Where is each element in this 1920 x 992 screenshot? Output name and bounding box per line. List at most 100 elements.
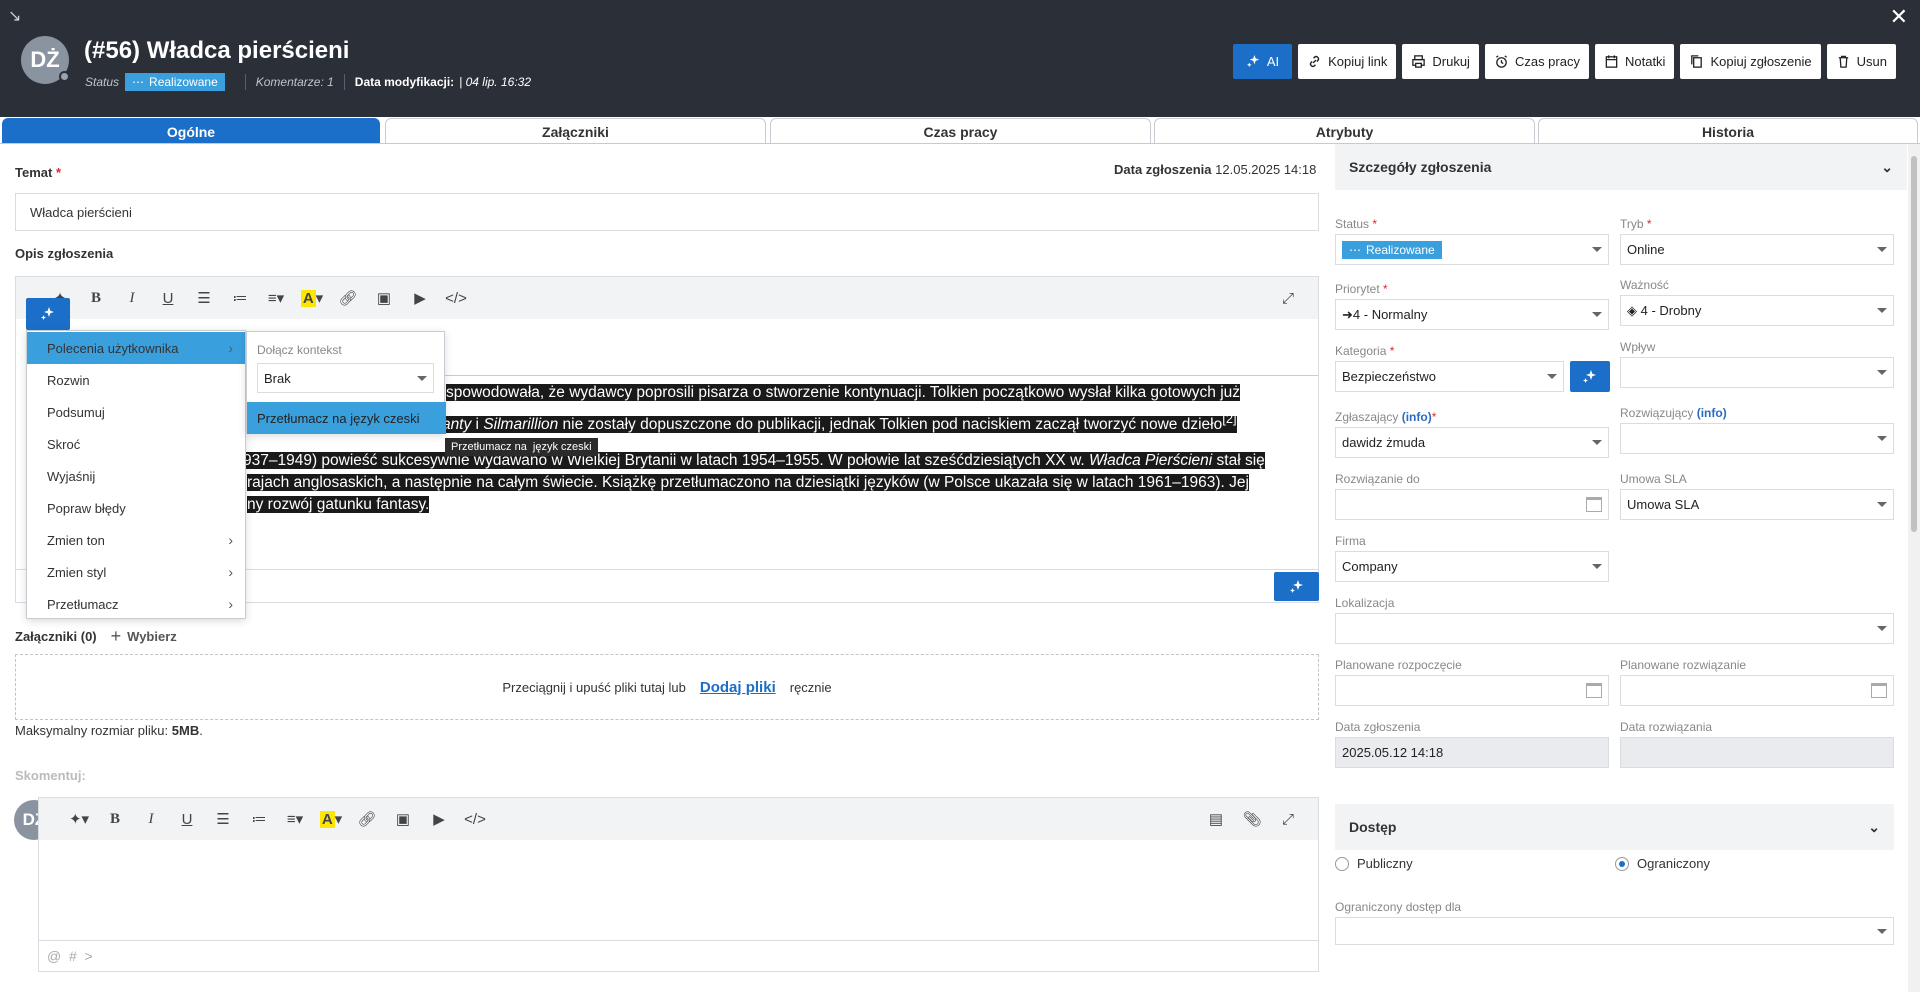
- location-select[interactable]: [1335, 613, 1894, 644]
- category-select[interactable]: Bezpieczeństwo: [1335, 361, 1564, 392]
- restricted-for-select[interactable]: [1335, 917, 1894, 945]
- calendar-icon[interactable]: [1586, 497, 1602, 512]
- scrollbar[interactable]: [1908, 144, 1920, 992]
- fullscreen-icon[interactable]: ⤢: [1272, 805, 1304, 833]
- tab-attributes[interactable]: Atrybuty: [1154, 118, 1535, 144]
- access-header[interactable]: Dostęp ⌄: [1335, 804, 1894, 850]
- ai-menu-item-summarize[interactable]: Podsumuj: [27, 396, 245, 428]
- add-files-link[interactable]: Dodaj pliki: [700, 679, 776, 696]
- copy-link-button[interactable]: Kopiuj link: [1298, 44, 1397, 79]
- resolve-by-date[interactable]: [1335, 489, 1609, 520]
- italic-icon[interactable]: I: [116, 284, 148, 312]
- work-time-button[interactable]: Czas pracy: [1484, 44, 1589, 79]
- selected-text-line-2[interactable]: zikanty i Silmarillion nie zostały dopus…: [423, 411, 1237, 434]
- tab-general[interactable]: Ogólne: [2, 118, 380, 144]
- ai-menu-trigger[interactable]: [26, 298, 70, 330]
- ai-menu-item-change-tone[interactable]: Zmien ton ›: [27, 524, 245, 556]
- align-icon[interactable]: ≡▾: [260, 284, 292, 312]
- calendar-icon[interactable]: [1586, 683, 1602, 698]
- footnote-ref[interactable]: [2]: [1222, 411, 1236, 426]
- image-icon[interactable]: ▣: [387, 805, 419, 833]
- calendar-icon[interactable]: [1871, 683, 1887, 698]
- bold-icon[interactable]: B: [99, 805, 131, 833]
- text-run: nie zostały dopuszczone do publikacji, j…: [558, 416, 1223, 434]
- scrollbar-thumb[interactable]: [1911, 156, 1917, 532]
- collapse-arrow-icon[interactable]: ↘: [8, 6, 21, 26]
- selected-text-line-4[interactable]: rajach anglosaskich, a następnie na cały…: [247, 474, 1249, 492]
- fullscreen-icon[interactable]: ⤢: [1272, 284, 1304, 312]
- company-select[interactable]: Company: [1335, 551, 1609, 582]
- paperclip-icon[interactable]: 📎︎: [1236, 805, 1268, 833]
- link-icon[interactable]: 🔗︎: [351, 805, 383, 833]
- print-button[interactable]: Drukuj: [1402, 44, 1479, 79]
- priority-select[interactable]: ➜4 - Normalny: [1335, 299, 1609, 330]
- underline-icon[interactable]: U: [152, 284, 184, 312]
- reporter-info-link[interactable]: (info): [1402, 410, 1432, 424]
- details-header[interactable]: Szczegóły zgłoszenia ⌄: [1335, 144, 1907, 190]
- submenu-item-translate-czech[interactable]: Przetłumacz na język czeski: [247, 402, 446, 434]
- bullet-list-icon[interactable]: ☰: [188, 284, 220, 312]
- radio-public[interactable]: Publiczny: [1335, 856, 1413, 871]
- dropzone[interactable]: Przeciągnij i upuść pliki tutaj lub Doda…: [15, 654, 1319, 720]
- numbered-list-icon[interactable]: ≔: [243, 805, 275, 833]
- ai-menu-item-translate[interactable]: Przetłumacz ›: [27, 588, 245, 620]
- ai-submenu: Dołącz kontekst Brak Przetłumacz na języ…: [246, 331, 446, 434]
- resolver-info-link[interactable]: (info): [1697, 406, 1727, 420]
- tab-attachments[interactable]: Załączniki: [385, 118, 766, 144]
- italic-icon[interactable]: I: [135, 805, 167, 833]
- status-badge[interactable]: ⋯ Realizowane: [125, 73, 225, 91]
- ai-menu-item-explain[interactable]: Wyjaśnij: [27, 460, 245, 492]
- ai-menu-item-user-commands[interactable]: Polecenia użytkownika ›: [27, 332, 245, 364]
- selected-text-line-1[interactable]: spowodowała, że wydawcy poprosili pisarz…: [446, 384, 1241, 402]
- bold-icon[interactable]: B: [80, 284, 112, 312]
- impact-select[interactable]: [1620, 357, 1894, 388]
- ai-button[interactable]: AI: [1232, 44, 1293, 79]
- editor-toolbar: ✦ B I U ☰ ≔ ≡▾ A▾ 🔗︎ ▣ ▶ </> ⤢: [16, 277, 1318, 319]
- subject-input[interactable]: Władca pierścieni: [15, 193, 1319, 231]
- dropzone-text: Przeciągnij i upuść pliki tutaj lub: [502, 679, 686, 695]
- ai-menu-item-shorten[interactable]: Skroć: [27, 428, 245, 460]
- notes-icon: [1605, 55, 1618, 68]
- code-icon[interactable]: </>: [440, 284, 472, 312]
- reporter-select[interactable]: dawidz żmuda: [1335, 427, 1609, 458]
- tab-history[interactable]: Historia: [1538, 118, 1918, 144]
- text-color-icon[interactable]: A ▾: [296, 284, 328, 312]
- planned-start-date[interactable]: [1335, 675, 1609, 706]
- context-select[interactable]: Brak: [257, 363, 434, 393]
- bullet-list-icon[interactable]: ☰: [207, 805, 239, 833]
- status-select[interactable]: ⋯ Realizowane: [1335, 234, 1609, 265]
- code-icon[interactable]: </>: [459, 805, 491, 833]
- link-icon[interactable]: 🔗︎: [332, 284, 364, 312]
- choose-files-button[interactable]: + Wybierz: [111, 626, 177, 647]
- category-ai-button[interactable]: [1570, 361, 1610, 392]
- underline-icon[interactable]: U: [171, 805, 203, 833]
- ai-menu-item-expand[interactable]: Rozwin: [27, 364, 245, 396]
- notes-button[interactable]: Notatki: [1594, 44, 1675, 79]
- importance-select[interactable]: ◈ 4 - Drobny: [1620, 295, 1894, 326]
- reporter-value: dawidz żmuda: [1342, 435, 1426, 450]
- dropzone-tail: ręcznie: [789, 679, 832, 695]
- selected-text-line-3[interactable]: 937–1949) powieść sukcesywnie wydawano w…: [243, 452, 1265, 470]
- template-icon[interactable]: ▤: [1200, 805, 1232, 833]
- video-icon[interactable]: ▶: [423, 805, 455, 833]
- mode-select[interactable]: Online: [1620, 234, 1894, 265]
- ai-menu-item-change-style[interactable]: Zmien styl ›: [27, 556, 245, 588]
- mention-hints[interactable]: @ # >: [47, 948, 93, 964]
- delete-button[interactable]: Usun: [1826, 44, 1896, 79]
- tab-work-time[interactable]: Czas pracy: [770, 118, 1151, 144]
- planned-resolve-date[interactable]: [1620, 675, 1894, 706]
- text-color-icon[interactable]: A ▾: [315, 805, 347, 833]
- magic-wand-icon[interactable]: ✦▾: [63, 805, 95, 833]
- image-icon[interactable]: ▣: [368, 284, 400, 312]
- copy-ticket-button[interactable]: Kopiuj zgłoszenie: [1680, 44, 1821, 79]
- close-icon[interactable]: ✕: [1890, 4, 1908, 30]
- sla-select[interactable]: Umowa SLA: [1620, 489, 1894, 520]
- selected-text-line-5[interactable]: ny rozwój gatunku fantasy.: [247, 496, 430, 514]
- editor-ai-button[interactable]: [1274, 572, 1319, 601]
- align-icon[interactable]: ≡▾: [279, 805, 311, 833]
- numbered-list-icon[interactable]: ≔: [224, 284, 256, 312]
- resolver-select[interactable]: [1620, 423, 1894, 454]
- radio-restricted[interactable]: Ograniczony: [1615, 856, 1710, 871]
- ai-menu-item-fix-errors[interactable]: Popraw błędy: [27, 492, 245, 524]
- video-icon[interactable]: ▶: [404, 284, 436, 312]
